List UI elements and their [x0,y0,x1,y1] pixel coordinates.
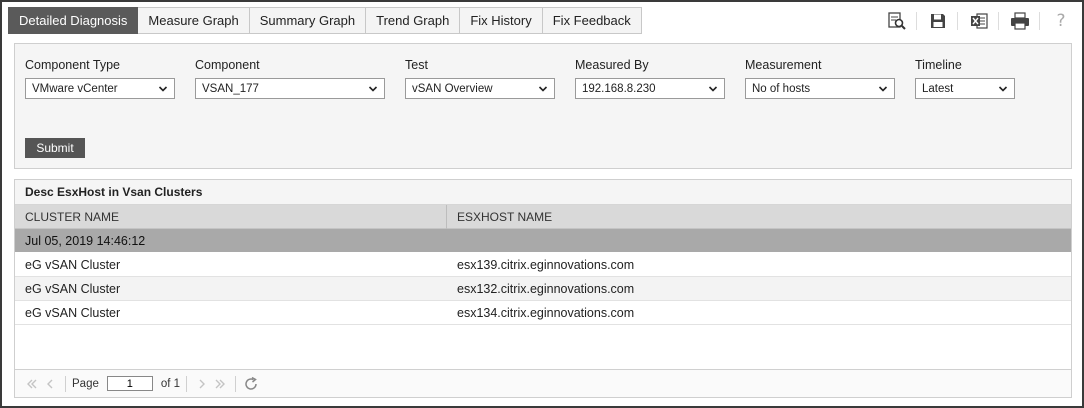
component-value: VSAN_177 [202,82,259,95]
tab-summary-graph[interactable]: Summary Graph [249,7,367,34]
table-header: CLUSTER NAME ESXHOST NAME [15,205,1071,229]
group-row-timestamp: Jul 05, 2019 14:46:12 [15,229,1071,253]
pager-divider [65,375,66,392]
esxhost-name-cell: esx132.citrix.eginnovations.com [457,282,635,296]
timeline-field: Timeline Latest [915,56,1015,99]
print-icon[interactable] [1009,10,1031,32]
refresh-icon[interactable] [242,375,260,393]
filter-panel: Component Type VMware vCenter Component … [14,43,1072,169]
toolbar-divider [998,12,999,30]
excel-export-icon[interactable] [968,10,990,32]
measured-by-label: Measured By [575,58,649,72]
timeline-label: Timeline [915,58,962,72]
toolbar: ? [876,10,1072,32]
cluster-name-cell: eG vSAN Cluster [25,282,121,296]
save-icon[interactable] [927,10,949,32]
timeline-value: Latest [922,82,954,95]
component-field: Component VSAN_177 [195,56,385,99]
test-field: Test vSAN Overview [405,56,555,99]
submit-button[interactable]: Submit [25,138,85,158]
measured-by-select[interactable]: 192.168.8.230 [575,78,725,99]
toolbar-divider [957,12,958,30]
measurement-value: No of hosts [752,82,811,95]
chevron-down-icon [538,86,548,92]
test-select[interactable]: vSAN Overview [405,78,555,99]
tab-fix-history[interactable]: Fix History [460,7,543,34]
test-value: vSAN Overview [412,82,493,95]
chevron-down-icon [158,86,168,92]
first-page-icon[interactable] [23,375,41,393]
component-label: Component [195,58,260,72]
results-title: Desc EsxHost in Vsan Clusters [15,180,1071,205]
pagination-bar: Page of 1 [15,369,1071,397]
measured-by-field: Measured By 192.168.8.230 [575,56,725,99]
table-row: eG vSAN Cluster esx132.citrix.eginnovati… [15,277,1071,301]
measurement-select[interactable]: No of hosts [745,78,895,99]
help-icon[interactable]: ? [1050,10,1072,32]
chevron-down-icon [708,86,718,92]
component-type-field: Component Type VMware vCenter [25,56,175,99]
results-panel: Desc EsxHost in Vsan Clusters CLUSTER NA… [14,179,1072,398]
table-row: eG vSAN Cluster esx134.citrix.eginnovati… [15,301,1071,325]
esxhost-name-cell: esx139.citrix.eginnovations.com [457,258,635,272]
next-page-icon[interactable] [193,375,211,393]
app-window: Detailed Diagnosis Measure Graph Summary… [0,0,1084,408]
timeline-select[interactable]: Latest [915,78,1015,99]
page-label: Page [72,377,99,390]
tab-trend-graph[interactable]: Trend Graph [366,7,461,34]
component-select[interactable]: VSAN_177 [195,78,385,99]
tab-measure-graph[interactable]: Measure Graph [138,7,250,34]
esxhost-name-cell: esx134.citrix.eginnovations.com [457,306,635,320]
previous-page-icon[interactable] [41,375,59,393]
pager-divider [235,375,237,392]
test-label: Test [405,58,428,72]
measurement-field: Measurement No of hosts [745,56,895,99]
component-type-select[interactable]: VMware vCenter [25,78,175,99]
page-number-input[interactable] [106,376,153,391]
chevron-down-icon [878,86,888,92]
tab-fix-feedback[interactable]: Fix Feedback [542,7,642,34]
chevron-down-icon [368,86,378,92]
cluster-name-cell: eG vSAN Cluster [25,258,121,272]
column-header-esxhost-name[interactable]: ESXHOST NAME [447,205,1071,229]
toolbar-divider [916,12,917,30]
component-type-label: Component Type [25,58,120,72]
column-header-cluster-name[interactable]: CLUSTER NAME [15,205,447,229]
measurement-label: Measurement [745,58,822,72]
measured-by-value: 192.168.8.230 [582,82,656,95]
table-body: eG vSAN Cluster esx139.citrix.eginnovati… [15,253,1071,325]
view-tabs: Detailed Diagnosis Measure Graph Summary… [8,7,642,34]
last-page-icon[interactable] [211,375,229,393]
table-row: eG vSAN Cluster esx139.citrix.eginnovati… [15,253,1071,277]
toolbar-divider [1039,12,1040,30]
page-count-label: of 1 [160,377,181,390]
tab-detailed-diagnosis[interactable]: Detailed Diagnosis [8,7,139,34]
search-report-icon[interactable] [886,10,908,32]
pager-divider [186,375,188,392]
cluster-name-cell: eG vSAN Cluster [25,306,121,320]
component-type-value: VMware vCenter [32,82,118,95]
chevron-down-icon [998,86,1008,92]
